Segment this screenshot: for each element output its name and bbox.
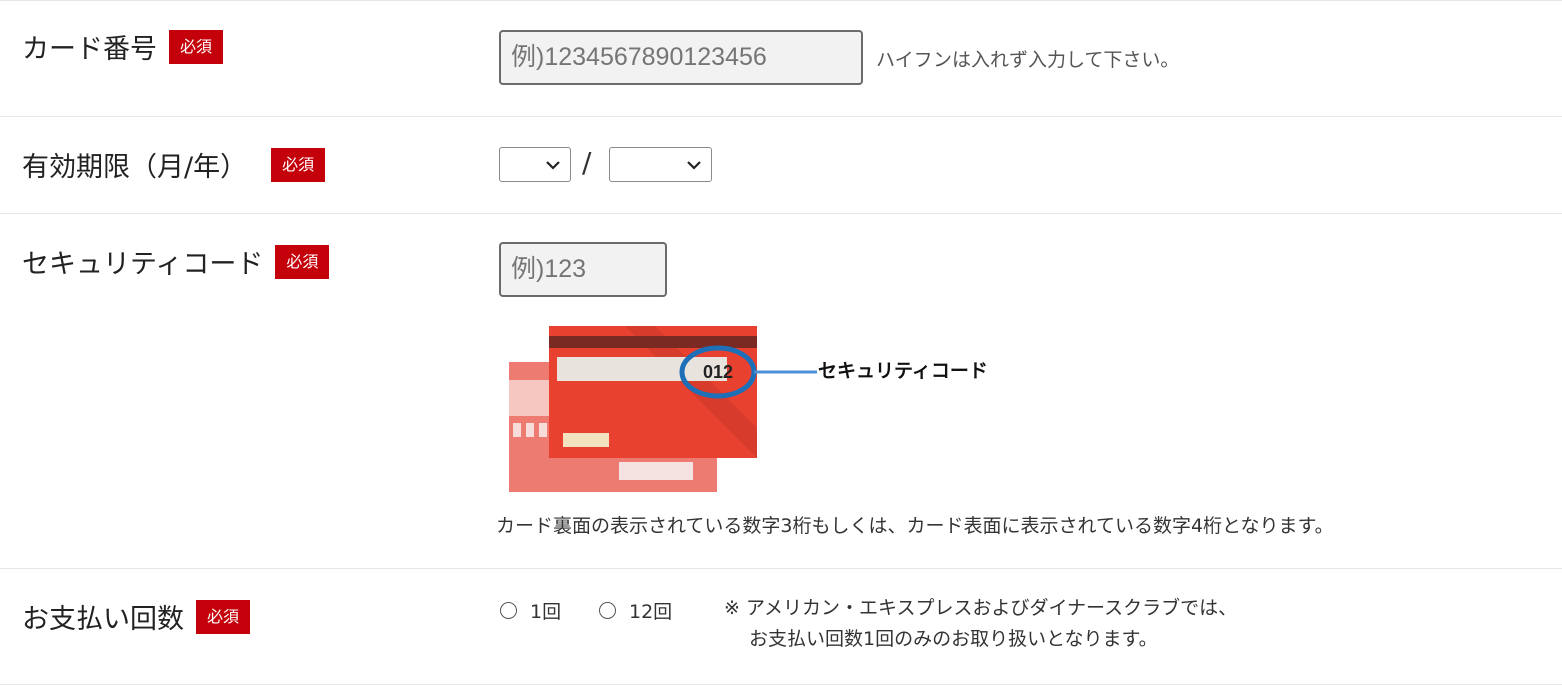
chevron-down-icon <box>546 161 560 170</box>
divider <box>0 684 1562 685</box>
installments-label-text: お支払い回数 <box>22 604 184 635</box>
divider <box>0 0 1562 1</box>
card-number-input[interactable] <box>499 30 863 85</box>
radio-button[interactable] <box>599 602 616 619</box>
required-badge: 必須 <box>196 599 251 634</box>
expiry-label: 有効期限（月/年） 必須 <box>22 145 326 184</box>
installments-label: お支払い回数 必須 <box>22 597 251 636</box>
security-code-note: カード裏面の表示されている数字3桁もしくは、カード表面に表示されている数字4桁と… <box>496 515 1334 537</box>
security-code-label-text: セキュリティコード <box>22 249 264 280</box>
divider <box>0 568 1562 569</box>
expiry-year-select[interactable] <box>609 147 712 182</box>
installments-remark-line1: ※ アメリカン・エキスプレスおよびダイナースクラブでは、 <box>724 597 1238 619</box>
divider <box>0 116 1562 117</box>
required-badge: 必須 <box>271 147 326 182</box>
installment-option-12[interactable]: 12回 <box>599 597 672 624</box>
card-number-hint: ハイフンは入れず入力して下さい。 <box>876 49 1180 71</box>
divider <box>0 213 1562 214</box>
security-code-input[interactable] <box>499 242 667 297</box>
installment-option-label: 1回 <box>530 601 562 623</box>
security-code-illustration: 012 セキュリティコード <box>509 326 988 492</box>
expiry-month-select[interactable] <box>499 147 571 182</box>
card-code-digits: 012 <box>703 362 733 382</box>
chevron-down-icon <box>687 161 701 170</box>
installments-remark-line2: お支払い回数1回のみのお取り扱いとなります。 <box>749 628 1158 650</box>
required-badge: 必須 <box>275 244 330 279</box>
callout-label: セキュリティコード <box>818 360 988 382</box>
installment-option-1[interactable]: 1回 <box>500 597 561 624</box>
card-number-label-text: カード番号 <box>22 34 157 65</box>
security-code-label: セキュリティコード 必須 <box>22 242 330 281</box>
expiry-separator: / <box>582 146 592 179</box>
card-number-label: カード番号 必須 <box>22 27 224 66</box>
expiry-label-text: 有効期限（月/年） <box>22 152 248 183</box>
installment-option-label: 12回 <box>629 601 673 623</box>
required-badge: 必須 <box>169 29 224 64</box>
radio-button[interactable] <box>500 602 517 619</box>
